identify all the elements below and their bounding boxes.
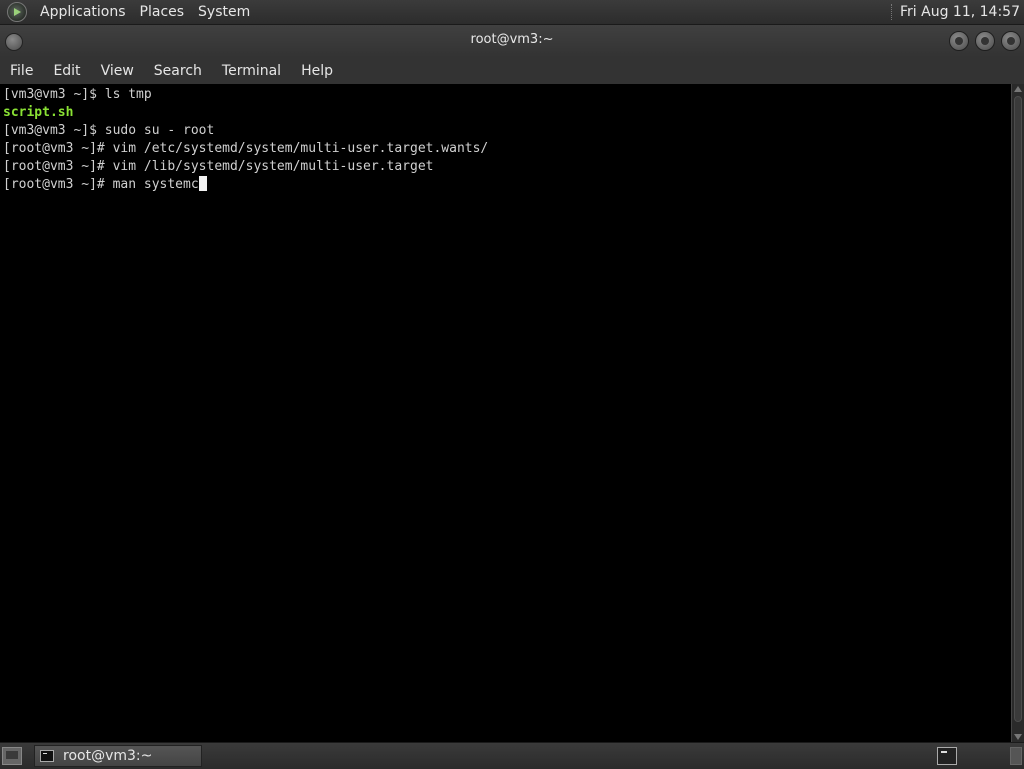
panel-separator xyxy=(891,4,894,20)
scrollbar-thumb[interactable] xyxy=(1014,96,1022,722)
terminal-icon[interactable] xyxy=(937,747,957,765)
terminal-line: [vm3@vm3 ~]$ ls tmp xyxy=(3,87,152,102)
show-desktop-icon[interactable] xyxy=(2,747,22,765)
clock[interactable]: Fri Aug 11, 14:57 xyxy=(900,4,1020,20)
system-menu[interactable]: System xyxy=(191,4,257,20)
taskbar-window-label: root@vm3:~ xyxy=(63,748,153,764)
terminal-line: [root@vm3 ~]# vim /lib/systemd/system/mu… xyxy=(3,159,434,174)
maximize-icon[interactable] xyxy=(975,31,995,51)
text-cursor xyxy=(198,176,207,191)
terminal-icon xyxy=(40,750,54,762)
workspace-switcher[interactable] xyxy=(1010,747,1022,765)
applications-menu[interactable]: Applications xyxy=(33,4,133,20)
clock-area: Fri Aug 11, 14:57 xyxy=(891,0,1020,24)
terminal-current-input[interactable]: [root@vm3 ~]# man systemc xyxy=(3,177,199,192)
window-title: root@vm3:~ xyxy=(470,32,554,47)
menu-help[interactable]: Help xyxy=(291,63,343,79)
window-titlebar[interactable]: root@vm3:~ xyxy=(0,25,1024,57)
bottom-panel: root@vm3:~ xyxy=(0,742,1024,769)
terminal-line-executable: script.sh xyxy=(3,105,74,120)
distro-logo-icon[interactable] xyxy=(7,2,27,22)
menu-terminal[interactable]: Terminal xyxy=(212,63,291,79)
scroll-down-arrow-icon[interactable] xyxy=(1014,734,1022,740)
menu-view[interactable]: View xyxy=(91,63,144,79)
terminal-scrollbar[interactable] xyxy=(1011,84,1024,742)
close-icon[interactable] xyxy=(1001,31,1021,51)
scroll-up-arrow-icon[interactable] xyxy=(1014,86,1022,92)
menu-edit[interactable]: Edit xyxy=(43,63,90,79)
terminal-line: [root@vm3 ~]# vim /etc/systemd/system/mu… xyxy=(3,141,489,156)
terminal-prompt-line[interactable]: [root@vm3 ~]# man systemc xyxy=(3,176,207,194)
terminal-line: [vm3@vm3 ~]$ sudo su - root xyxy=(3,123,215,138)
menu-search[interactable]: Search xyxy=(144,63,212,79)
terminal-menubar: File Edit View Search Terminal Help xyxy=(0,57,1024,84)
minimize-icon[interactable] xyxy=(949,31,969,51)
taskbar-window-button[interactable]: root@vm3:~ xyxy=(34,745,202,767)
places-menu[interactable]: Places xyxy=(133,4,192,20)
top-panel: Applications Places System Fri Aug 11, 1… xyxy=(0,0,1024,25)
menu-file[interactable]: File xyxy=(0,63,43,79)
terminal-output[interactable]: [vm3@vm3 ~]$ ls tmp script.sh [vm3@vm3 ~… xyxy=(0,84,1011,742)
